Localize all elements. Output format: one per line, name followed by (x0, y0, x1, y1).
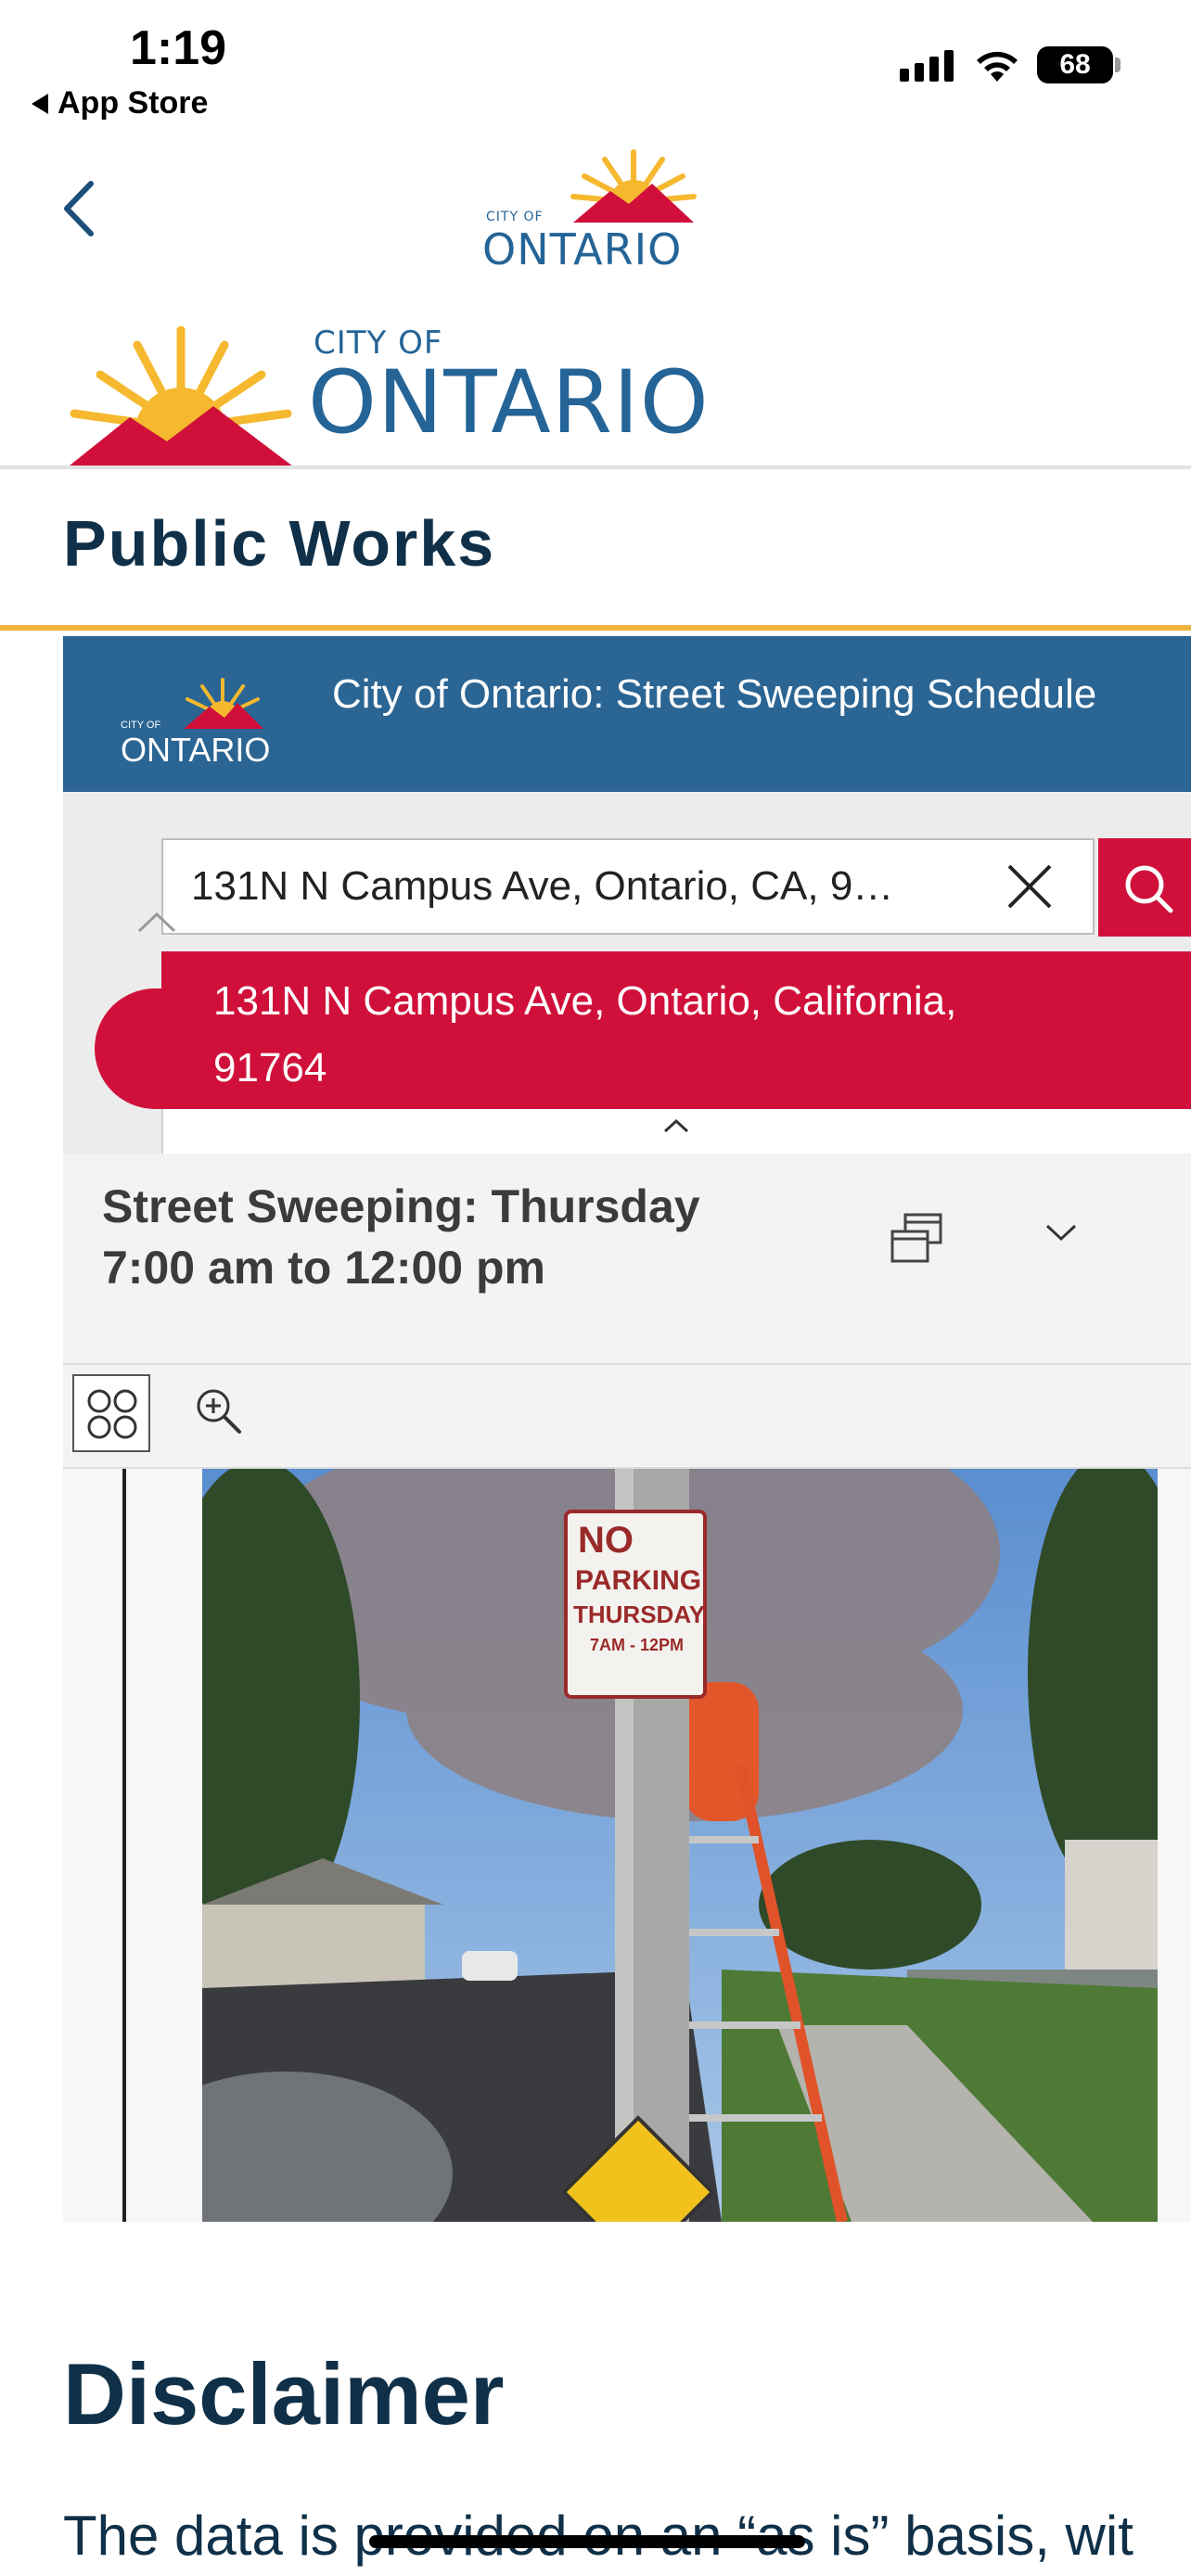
status-time: 1:19 (130, 21, 227, 75)
chevron-up-icon[interactable] (662, 1116, 690, 1135)
banner-logo-city-of: CITY OF (121, 720, 161, 731)
app-banner: CITY OF ONTARIO City of Ontario: Street … (63, 636, 1191, 792)
street-sign-photo: NO PARKING THURSDAY 7AM - 12PM (202, 1469, 1158, 2222)
search-button[interactable] (1098, 838, 1191, 937)
back-app-label: App Store (58, 85, 209, 121)
site-logo[interactable]: CITY OF ONTARIO (65, 325, 714, 473)
sun-icon (570, 149, 697, 223)
battery-tip (1115, 57, 1121, 72)
logo-ontario: ONTARIO (308, 352, 710, 453)
dock-icon[interactable] (889, 1211, 944, 1267)
page-title: Public Works (63, 507, 496, 580)
media-border (122, 1469, 126, 2222)
address-search-input[interactable]: 131N N Campus Ave, Ontario, CA, 9… (161, 838, 1095, 935)
banner-logo-ontario: ONTARIO (121, 731, 271, 769)
disclaimer-heading: Disclaimer (63, 2345, 505, 2442)
header-divider (0, 465, 1191, 469)
sign-line2: PARKING (575, 1565, 701, 1596)
close-icon[interactable] (1000, 857, 1059, 916)
battery-indicator: 68 (1037, 46, 1113, 83)
sweeping-hours: 7:00 am to 12:00 pm (102, 1242, 545, 1294)
back-triangle-icon (32, 93, 48, 114)
popup-media: NO PARKING THURSDAY 7AM - 12PM (63, 1469, 1191, 2222)
grid-icon (87, 1389, 137, 1439)
sun-mountain-icon (65, 325, 297, 469)
home-indicator[interactable] (369, 2535, 805, 2548)
banner-sun-icon (184, 678, 263, 729)
title-underline (0, 625, 1191, 631)
suggestion-line2: 91764 (213, 1045, 327, 1090)
popup-toolbar (63, 1365, 1191, 1469)
sign-line3: THURSDAY (573, 1600, 705, 1628)
logo-small-city-of: CITY OF (486, 210, 544, 224)
sweeping-day: Street Sweeping: Thursday (102, 1180, 700, 1232)
caret-up-icon (137, 912, 176, 933)
zoom-in-icon[interactable] (193, 1385, 245, 1437)
signal-icon (900, 48, 954, 82)
grid-button[interactable] (72, 1374, 150, 1452)
photo-illustration: NO PARKING THURSDAY 7AM - 12PM (202, 1469, 1158, 2222)
app-banner-title: City of Ontario: Street Sweeping Schedul… (332, 671, 1097, 717)
search-value: 131N N Campus Ave, Ontario, CA, 9… (191, 863, 894, 909)
chevron-down-icon[interactable] (1044, 1222, 1078, 1243)
back-chevron-icon[interactable] (54, 176, 109, 241)
suggestion-line1: 131N N Campus Ave, Ontario, California, (213, 978, 957, 1024)
sign-line4: 7AM - 12PM (590, 1636, 684, 1654)
header-logo: CITY OF ONTARIO (482, 148, 705, 278)
wifi-icon (977, 51, 1018, 82)
street-sweeping-app: CITY OF ONTARIO City of Ontario: Street … (63, 636, 1191, 2222)
address-suggestion[interactable]: 131N N Campus Ave, Ontario, California, … (161, 951, 1191, 1109)
schedule-popup: Street Sweeping: Thursday 7:00 am to 12:… (63, 1154, 1191, 1365)
logo-small-ontario: ONTARIO (482, 224, 683, 274)
search-icon (1125, 865, 1173, 913)
back-to-app-store[interactable]: App Store (32, 85, 208, 121)
banner-logo: CITY OF ONTARIO (121, 677, 288, 770)
sign-line1: NO (578, 1520, 634, 1561)
